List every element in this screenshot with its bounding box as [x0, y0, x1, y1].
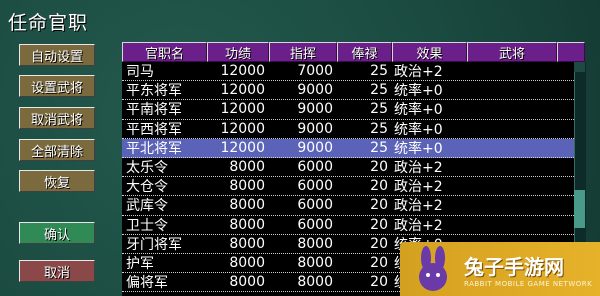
table-row[interactable]: 武库令 8000 6000 20 政治+2: [122, 196, 574, 216]
cell-merit: 8000: [229, 254, 265, 271]
cell-effect: 统率+0: [394, 102, 443, 119]
cell-office-name: 卫士令: [126, 217, 168, 234]
cell-salary: 20: [370, 254, 388, 271]
clear-all-button[interactable]: 全部清除: [19, 139, 95, 161]
cell-office-name: 太乐令: [126, 160, 168, 177]
table-row[interactable]: 平西将军 12000 9000 25 统率+0: [122, 120, 574, 139]
cell-salary: 25: [370, 82, 388, 99]
cell-office-name: 牙门将军: [126, 236, 182, 253]
cell-command: 8000: [297, 274, 333, 291]
cell-effect: 政治+2: [394, 179, 443, 196]
cell-salary: 20: [370, 274, 388, 291]
set-general-button[interactable]: 设置武将: [19, 75, 95, 97]
cell-command: 9000: [297, 101, 333, 118]
cell-command: 7000: [297, 63, 333, 80]
cell-salary: 25: [370, 63, 388, 80]
cell-effect: 政治+2: [394, 160, 443, 177]
table-row[interactable]: 平东将军 12000 9000 25 统率+0: [122, 81, 574, 101]
cell-merit: 8000: [229, 159, 265, 176]
restore-button[interactable]: 恢复: [19, 170, 95, 192]
rabbit-logo-icon: [419, 246, 447, 291]
cell-merit: 12000: [220, 101, 265, 118]
cell-merit: 8000: [229, 235, 265, 252]
cancel-general-button[interactable]: 取消武将: [19, 107, 95, 129]
cell-merit: 12000: [220, 120, 265, 137]
cell-command: 6000: [297, 178, 333, 195]
table-row[interactable]: 卫士令 8000 6000 20 政治+2: [122, 216, 574, 235]
cell-merit: 8000: [229, 274, 265, 291]
header-effect[interactable]: 效果: [392, 42, 467, 62]
watermark-cn: 兔子手游网: [464, 254, 564, 279]
cell-effect: 政治+2: [394, 198, 443, 215]
scrollbar-up[interactable]: [574, 62, 585, 72]
cell-salary: 20: [370, 216, 388, 233]
cell-office-name: 平西将军: [126, 121, 182, 138]
header-general[interactable]: 武将: [467, 42, 557, 62]
header-merit[interactable]: 功绩: [207, 42, 269, 62]
cell-office-name: 护军: [126, 255, 154, 272]
cell-salary: 20: [370, 178, 388, 195]
cell-effect: 政治+2: [394, 64, 443, 81]
header-command[interactable]: 指挥: [269, 42, 337, 62]
header-office-name[interactable]: 官职名: [122, 42, 207, 62]
cell-effect: 统率+0: [394, 140, 443, 157]
cell-office-name: 司马: [126, 64, 154, 81]
cell-office-name: 偏将军: [126, 275, 168, 292]
cell-office-name: 武库令: [126, 198, 168, 215]
cell-effect: 统率+0: [394, 83, 443, 100]
cell-merit: 12000: [220, 63, 265, 80]
cell-command: 6000: [297, 159, 333, 176]
table-row[interactable]: 大仓令 8000 6000 20 政治+2: [122, 177, 574, 197]
auto-set-button[interactable]: 自动设置: [19, 44, 95, 66]
cell-salary: 20: [370, 235, 388, 252]
cell-command: 9000: [297, 139, 333, 156]
cell-command: 8000: [297, 254, 333, 271]
scrollbar-thumb[interactable]: [574, 190, 585, 228]
header-blank: [557, 42, 585, 62]
watermark-en: RABBIT MOBILE GAME NETWORK: [464, 279, 593, 288]
dialog-title: 任命官职: [8, 12, 89, 34]
watermark: 兔子手游网 RABBIT MOBILE GAME NETWORK: [400, 242, 600, 296]
cell-office-name: 大仓令: [126, 179, 168, 196]
confirm-button[interactable]: 确认: [19, 222, 95, 244]
table-row[interactable]: 平北将军 12000 9000 25 统率+0: [122, 138, 574, 158]
cell-merit: 12000: [220, 139, 265, 156]
cell-command: 6000: [297, 216, 333, 233]
cell-salary: 20: [370, 159, 388, 176]
cell-merit: 8000: [229, 197, 265, 214]
cell-office-name: 平南将军: [126, 102, 182, 119]
cell-command: 9000: [297, 82, 333, 99]
cell-salary: 20: [370, 197, 388, 214]
cell-command: 9000: [297, 120, 333, 137]
cell-salary: 25: [370, 139, 388, 156]
cell-command: 6000: [297, 197, 333, 214]
table-header: 官职名 功绩 指挥 俸禄 效果 武将: [122, 42, 585, 62]
cell-merit: 12000: [220, 82, 265, 99]
cell-salary: 25: [370, 120, 388, 137]
table-row[interactable]: 平南将军 12000 9000 25 统率+0: [122, 100, 574, 120]
cell-command: 8000: [297, 235, 333, 252]
cell-effect: 统率+0: [394, 121, 443, 138]
table-row[interactable]: 司马 12000 7000 25 政治+2: [122, 62, 574, 82]
cell-salary: 25: [370, 101, 388, 118]
table-row[interactable]: 太乐令 8000 6000 20 政治+2: [122, 158, 574, 178]
cell-merit: 8000: [229, 216, 265, 233]
cell-merit: 8000: [229, 178, 265, 195]
cell-office-name: 平东将军: [126, 83, 182, 100]
header-salary[interactable]: 俸禄: [337, 42, 392, 62]
cell-office-name: 平北将军: [126, 140, 182, 157]
cancel-button[interactable]: 取消: [19, 260, 95, 282]
cell-effect: 政治+2: [394, 217, 443, 234]
